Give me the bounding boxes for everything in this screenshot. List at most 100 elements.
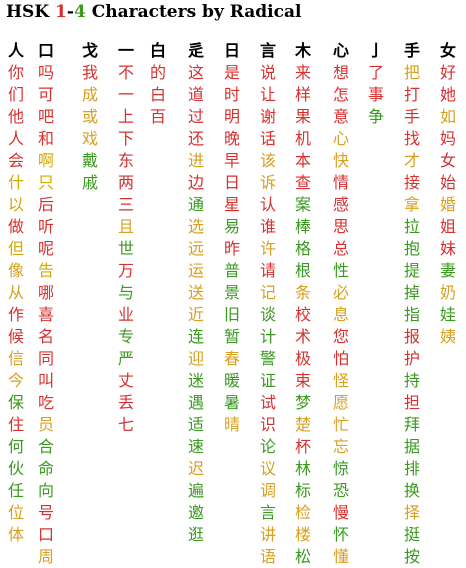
radical-header: 手	[403, 41, 420, 60]
character: 们	[7, 85, 24, 104]
radical-header: 心	[332, 41, 349, 60]
radical-header: 女	[439, 41, 456, 60]
character: 道	[187, 85, 204, 104]
character: 标	[294, 481, 311, 500]
character: 恐	[332, 481, 349, 500]
character: 口	[37, 525, 54, 544]
character: 女	[439, 151, 456, 170]
character: 暖	[223, 371, 240, 390]
character: 接	[403, 173, 420, 192]
radical-column: 人你们他人会什以做但像从作候信今保住何伙任位体	[1, 40, 31, 546]
character: 暂	[223, 327, 240, 346]
character: 吧	[37, 107, 54, 126]
radical-header: 人	[7, 41, 24, 60]
character: 遍	[187, 481, 204, 500]
character: 果	[294, 107, 311, 126]
character: 认	[259, 195, 276, 214]
character: 告	[37, 261, 54, 280]
character: 证	[259, 371, 276, 390]
character: 两	[117, 173, 134, 192]
character: 必	[332, 283, 349, 302]
title-suffix: Characters by Radical	[85, 2, 302, 22]
character: 杯	[294, 437, 311, 456]
character: 早	[223, 151, 240, 170]
character: 东	[117, 151, 134, 170]
character: 进	[187, 151, 204, 170]
character: 妈	[439, 129, 456, 148]
title-prefix: HSK	[6, 2, 56, 22]
character: 谢	[259, 107, 276, 126]
character: 想	[332, 63, 349, 82]
character: 姐	[439, 217, 456, 236]
character: 好	[439, 63, 456, 82]
character: 了	[367, 63, 384, 82]
radical-header: 亅	[367, 41, 384, 60]
character: 奶	[439, 283, 456, 302]
character: 心	[332, 129, 349, 148]
radical-header: 日	[223, 41, 240, 60]
character: 怕	[332, 349, 349, 368]
character: 样	[294, 85, 311, 104]
character: 意	[332, 107, 349, 126]
character: 话	[259, 129, 276, 148]
character: 总	[332, 239, 349, 258]
character: 机	[294, 129, 311, 148]
radical-column: 日是时明晚早日星易昨普景旧暂春暖暑晴	[217, 40, 247, 436]
radical-header: 言	[259, 41, 276, 60]
radical-column: 戈我成或戏戴戚	[75, 40, 105, 194]
title-level-end: 4	[73, 2, 86, 22]
character: 晴	[223, 415, 240, 434]
radical-header: 戈	[81, 41, 98, 60]
character: 任	[7, 481, 24, 500]
character: 护	[403, 349, 420, 368]
character: 上	[117, 107, 134, 126]
character: 哪	[37, 283, 54, 302]
character: 运	[187, 261, 204, 280]
character: 做	[7, 217, 24, 236]
character: 挺	[403, 525, 420, 544]
character: 息	[332, 305, 349, 324]
radical-header: 一	[117, 41, 134, 60]
character: 住	[7, 415, 24, 434]
character: 请	[259, 261, 276, 280]
character: 保	[7, 393, 24, 412]
character: 作	[7, 305, 24, 324]
title-dash: -	[66, 2, 74, 22]
character: 快	[332, 151, 349, 170]
radical-header: 木	[294, 41, 311, 60]
character: 同	[37, 349, 54, 368]
radical-column: 亅了事争	[361, 40, 391, 128]
character: 愿	[332, 393, 349, 412]
character: 如	[439, 107, 456, 126]
character: 选	[187, 217, 204, 236]
character: 试	[259, 393, 276, 412]
character: 拜	[403, 415, 420, 434]
character: 人	[7, 129, 24, 148]
character: 丢	[117, 393, 134, 412]
character: 检	[294, 503, 311, 522]
character: 怎	[332, 85, 349, 104]
character: 妹	[439, 239, 456, 258]
character: 叫	[37, 371, 54, 390]
character: 是	[223, 63, 240, 82]
character: 找	[403, 129, 420, 148]
character: 今	[7, 371, 24, 390]
character: 根	[294, 261, 311, 280]
character: 事	[367, 85, 384, 104]
character: 可	[37, 85, 54, 104]
character: 从	[7, 283, 24, 302]
radical-column: 辵这道过还进边通选远运送近连迎迷遇适速迟遍邀逛	[181, 40, 211, 546]
character: 谈	[259, 305, 276, 324]
character: 普	[223, 261, 240, 280]
radical-column: 木来样果机本查案棒格根条校术极束梦楚杯林标检楼松	[288, 40, 318, 568]
radical-grid: 人你们他人会什以做但像从作候信今保住何伙任位体口吗可吧和啊只后听呢告哪喜名同叫吃…	[0, 40, 466, 566]
character: 适	[187, 415, 204, 434]
character: 提	[403, 261, 420, 280]
character: 严	[117, 349, 134, 368]
character: 位	[7, 503, 24, 522]
character: 让	[259, 85, 276, 104]
character: 她	[439, 85, 456, 104]
character: 姨	[439, 327, 456, 346]
character: 戚	[81, 173, 98, 192]
character: 忘	[332, 437, 349, 456]
